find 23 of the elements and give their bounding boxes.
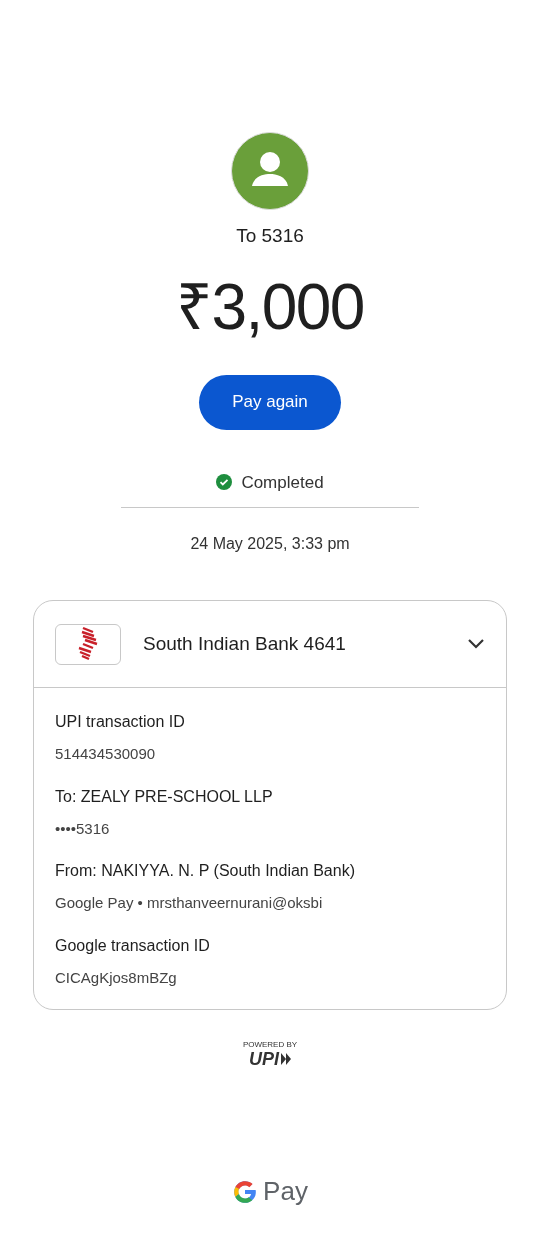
- upi-wordmark: UPI: [249, 1049, 279, 1069]
- detail-value: CICAgKjos8mBZg: [55, 967, 178, 988]
- detail-label: UPI transaction ID: [55, 712, 186, 732]
- detail-value: 514434530090: [55, 744, 157, 764]
- avatar-icon: [231, 132, 309, 210]
- detail-value: ••••5316: [55, 818, 111, 839]
- detail-label: Google transaction ID: [55, 935, 211, 956]
- bank-account-name: South Indian Bank 4641: [143, 631, 347, 656]
- brand-wordmark: Pay: [263, 1175, 308, 1208]
- date-text: 24 May 2025, 3:33 pm: [190, 534, 350, 554]
- detail-value: Google Pay • mrsthanveernurani@oksbi: [55, 893, 324, 913]
- status-label: Completed: [241, 471, 324, 494]
- detail-label: To: ZEALY PRE-SCHOOL LLP: [55, 786, 274, 807]
- chevron-icon[interactable]: [467, 638, 485, 650]
- amount: ₹3,000: [176, 270, 364, 343]
- pay-again-button[interactable]: Pay again: [199, 374, 341, 430]
- bank-emblem-icon: [77, 626, 99, 662]
- detail-label: From: NAKIYYA. N. P (South Indian Bank): [55, 861, 356, 881]
- account-header[interactable]: South Indian Bank 4641: [34, 601, 506, 688]
- upi-arrows-icon: [281, 1053, 291, 1065]
- upi-caption: POWERED BY: [242, 1040, 298, 1049]
- google-g-icon: [232, 1178, 259, 1205]
- recipient-label: To 5316: [236, 224, 304, 248]
